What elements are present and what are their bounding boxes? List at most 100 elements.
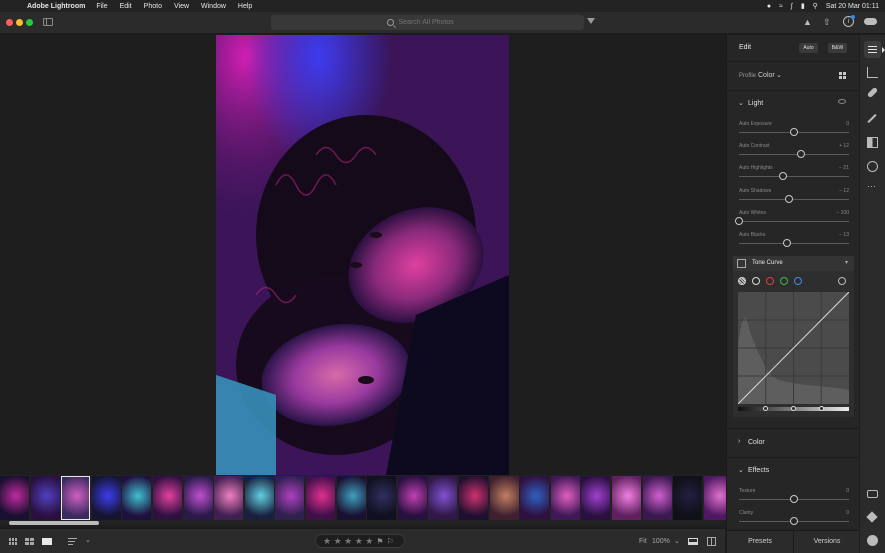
filmstrip-thumbnail[interactable] xyxy=(183,476,213,520)
slider-knob[interactable] xyxy=(790,128,798,136)
filmstrip-thumbnail[interactable] xyxy=(642,476,672,520)
green-channel-icon[interactable] xyxy=(780,277,788,285)
curve-shadows-knob[interactable] xyxy=(763,406,768,411)
filmstrip-thumbnail[interactable] xyxy=(336,476,366,520)
profile-dropdown[interactable]: Color xyxy=(758,72,775,79)
sort-icon[interactable] xyxy=(68,538,77,547)
mask-icon[interactable] xyxy=(867,137,878,148)
search-menu-icon[interactable]: ⚲ xyxy=(813,2,818,10)
slider-track[interactable] xyxy=(739,154,849,156)
filmstrip-toggle-icon[interactable] xyxy=(688,538,698,545)
targeted-adjustment-icon[interactable] xyxy=(838,277,846,285)
slider-knob[interactable] xyxy=(779,172,787,181)
filmstrip-thumbnail[interactable] xyxy=(0,476,29,520)
light-section-header[interactable]: Light xyxy=(748,100,763,107)
filmstrip-thumbnail[interactable] xyxy=(367,476,397,520)
clock[interactable]: Sat 20 Mar 01:11 xyxy=(826,3,879,10)
curve-midtones-knob[interactable] xyxy=(791,406,796,411)
bw-button[interactable]: B&W xyxy=(828,43,847,53)
slider-track[interactable] xyxy=(739,243,849,244)
filmstrip-thumbnail[interactable] xyxy=(673,476,703,520)
curve-highlights-knob[interactable] xyxy=(819,406,824,411)
slider-knob[interactable] xyxy=(783,239,792,247)
comment-icon[interactable] xyxy=(867,490,878,498)
filmstrip-thumbnail[interactable] xyxy=(244,476,274,520)
slider-auto-contrast[interactable]: Auto Contrast + 12 xyxy=(739,143,849,163)
redeye-icon[interactable] xyxy=(867,161,878,172)
rgb-channel-icon[interactable] xyxy=(752,277,760,285)
sidebar-toggle-icon[interactable] xyxy=(43,18,53,26)
filmstrip-thumbnail[interactable] xyxy=(153,476,182,520)
color-chevron-icon[interactable]: › xyxy=(738,438,740,445)
grid-view-icon[interactable] xyxy=(9,538,18,545)
profile-chevron-icon[interactable]: ⌄ xyxy=(776,71,782,79)
search-input[interactable] xyxy=(398,19,469,26)
single-view-icon[interactable] xyxy=(42,538,52,545)
tone-curve-header[interactable]: Tone Curve ▾ xyxy=(733,256,854,271)
filmstrip-thumbnail[interactable] xyxy=(61,476,91,520)
menu-window[interactable]: Window xyxy=(201,3,226,10)
filmstrip-thumbnail[interactable] xyxy=(550,476,580,520)
slider-value[interactable]: − 12 xyxy=(839,188,849,194)
tone-curve-icon[interactable] xyxy=(737,259,746,268)
menu-edit[interactable]: Edit xyxy=(120,3,132,10)
slider-knob[interactable] xyxy=(790,495,798,503)
tone-curve-graph[interactable] xyxy=(737,291,850,405)
slider-auto-whites[interactable]: Auto Whites − 100 xyxy=(735,210,849,230)
menu-help[interactable]: Help xyxy=(238,3,252,10)
menu-file[interactable]: File xyxy=(96,3,107,10)
slider-auto-exposure[interactable]: Auto Exposure 0 xyxy=(739,121,849,141)
blue-channel-icon[interactable] xyxy=(794,277,802,285)
zoom-chevron-icon[interactable]: ⌄ xyxy=(674,537,680,545)
filmstrip-thumbnail[interactable] xyxy=(459,476,488,520)
filmstrip-thumbnail[interactable] xyxy=(428,476,458,520)
flag-reject-icon[interactable]: ⚐ xyxy=(387,537,394,546)
slider-value[interactable]: − 100 xyxy=(836,210,849,216)
bluetooth-icon[interactable]: ∫ xyxy=(791,3,793,10)
red-channel-icon[interactable] xyxy=(766,277,774,285)
profile-browser-icon[interactable] xyxy=(839,72,846,79)
slider-value[interactable]: 0 xyxy=(846,510,849,516)
auto-button[interactable]: Auto xyxy=(799,43,818,53)
eye-icon[interactable] xyxy=(838,99,846,104)
flag-pick-icon[interactable]: ⚑ xyxy=(376,537,383,546)
slider-auto-shadows[interactable]: Auto Shadows − 12 xyxy=(739,188,849,208)
filmstrip-thumbnail[interactable] xyxy=(30,476,60,520)
window-minimize-button[interactable] xyxy=(16,19,23,26)
slider-track[interactable] xyxy=(739,176,849,178)
filmstrip-thumbnail[interactable] xyxy=(489,476,519,520)
share-icon[interactable]: ⇧ xyxy=(823,17,831,28)
effects-section-header[interactable]: Effects xyxy=(748,467,769,474)
slider-track[interactable] xyxy=(739,198,849,200)
crop-icon[interactable] xyxy=(867,67,878,78)
slider-track[interactable] xyxy=(739,220,849,222)
window-maximize-button[interactable] xyxy=(26,19,33,26)
wifi-icon[interactable]: ≈ xyxy=(779,3,783,10)
slider-texture[interactable]: Texture 0 xyxy=(739,488,849,508)
filmstrip-thumbnail[interactable] xyxy=(122,476,152,520)
slider-auto-highlights[interactable]: Auto Highlights − 21 xyxy=(739,165,849,185)
filmstrip-thumbnail[interactable] xyxy=(306,476,335,520)
filmstrip-thumbnail[interactable] xyxy=(214,476,244,520)
slider-knob[interactable] xyxy=(784,194,793,203)
fit-button[interactable]: Fit xyxy=(639,538,647,545)
light-chevron-icon[interactable]: ⌄ xyxy=(738,99,744,107)
menu-view[interactable]: View xyxy=(174,3,189,10)
slider-value[interactable]: 0 xyxy=(846,121,849,127)
presets-tab[interactable]: Presets xyxy=(727,531,794,553)
filmstrip-thumbnail[interactable] xyxy=(275,476,305,520)
zoom-level[interactable]: 100% xyxy=(652,538,670,545)
tone-curve-menu-icon[interactable]: ▾ xyxy=(845,259,848,266)
parametric-curve-icon[interactable] xyxy=(738,277,746,285)
app-menu-name[interactable]: Adobe Lightroom xyxy=(27,3,85,10)
filter-icon[interactable] xyxy=(587,18,595,24)
creative-cloud-icon[interactable]: ● xyxy=(767,3,771,10)
square-grid-view-icon[interactable] xyxy=(25,538,34,545)
sort-chevron-icon[interactable]: ⌄ xyxy=(85,536,91,544)
slider-value[interactable]: + 12 xyxy=(839,143,849,149)
filmstrip-thumbnail[interactable] xyxy=(612,476,641,520)
cloud-icon[interactable] xyxy=(864,18,877,25)
filmstrip-thumbnail[interactable] xyxy=(581,476,611,520)
effects-chevron-icon[interactable]: ⌄ xyxy=(738,466,744,474)
brush-icon[interactable] xyxy=(867,113,877,124)
